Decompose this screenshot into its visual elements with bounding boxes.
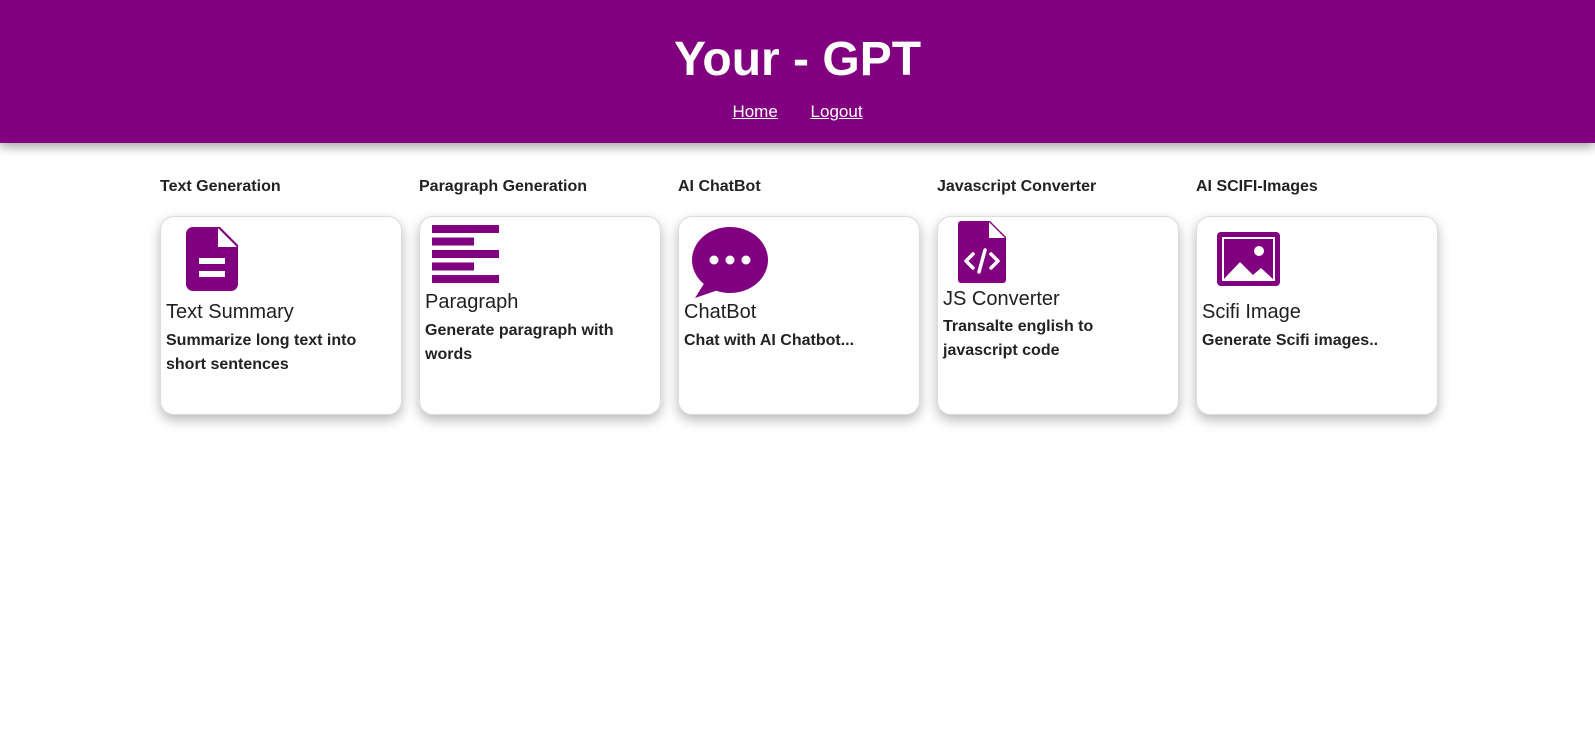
card-description: Generate paragraph with words bbox=[425, 322, 614, 363]
paragraph-align-icon bbox=[432, 225, 499, 283]
card-description: Chat with AI Chatbot... bbox=[684, 332, 855, 349]
main-nav: Home Logout bbox=[0, 102, 1595, 122]
card-paragraph[interactable]: Paragraph Generate paragraph with words bbox=[419, 216, 661, 415]
card-scifi-image[interactable]: Scifi Image Generate Scifi images.. bbox=[1196, 216, 1438, 415]
card-text-summary[interactable]: Text Summary Summarize long text into sh… bbox=[160, 216, 402, 415]
section-heading: AI ChatBot bbox=[678, 178, 761, 195]
section-heading: Text Generation bbox=[160, 178, 281, 195]
section-paragraph-generation: Paragraph Generation Paragraph Generate … bbox=[419, 177, 661, 415]
nav-logout-link[interactable]: Logout bbox=[811, 102, 863, 121]
section-ai-chatbot: AI ChatBot ChatBot Chat with AI Chatbot.… bbox=[678, 177, 920, 415]
card-title: JS Converter bbox=[943, 288, 1060, 310]
image-icon bbox=[1217, 232, 1280, 286]
card-description: Summarize long text into short sentences bbox=[166, 332, 357, 373]
code-file-icon bbox=[958, 221, 1006, 283]
card-js-converter[interactable]: JS Converter Transalte english to javasc… bbox=[937, 216, 1179, 415]
app-title: Your - GPT bbox=[673, 33, 922, 86]
card-description: Transalte english to javascript code bbox=[943, 318, 1094, 359]
document-icon bbox=[186, 227, 238, 291]
app-header: Your - GPT Home Logout bbox=[0, 0, 1595, 143]
section-text-generation: Text Generation Text Summary Summarize l… bbox=[160, 177, 402, 415]
card-chatbot[interactable]: ChatBot Chat with AI Chatbot... bbox=[678, 216, 920, 415]
nav-home-link[interactable]: Home bbox=[732, 102, 777, 121]
card-description: Generate Scifi images.. bbox=[1202, 332, 1379, 349]
card-title: Scifi Image bbox=[1202, 301, 1301, 323]
card-title: ChatBot bbox=[684, 301, 757, 323]
card-title: Paragraph bbox=[425, 291, 519, 313]
section-javascript-converter: Javascript Converter JS Converter Transa… bbox=[937, 177, 1179, 415]
section-heading: AI SCIFI-Images bbox=[1196, 178, 1318, 195]
chat-bubble-icon bbox=[692, 227, 768, 298]
section-ai-scifi-images: AI SCIFI-Images Scifi Image Generate Sci… bbox=[1196, 177, 1438, 415]
section-heading: Paragraph Generation bbox=[419, 178, 588, 195]
card-title: Text Summary bbox=[166, 301, 294, 323]
section-heading: Javascript Converter bbox=[937, 178, 1097, 195]
